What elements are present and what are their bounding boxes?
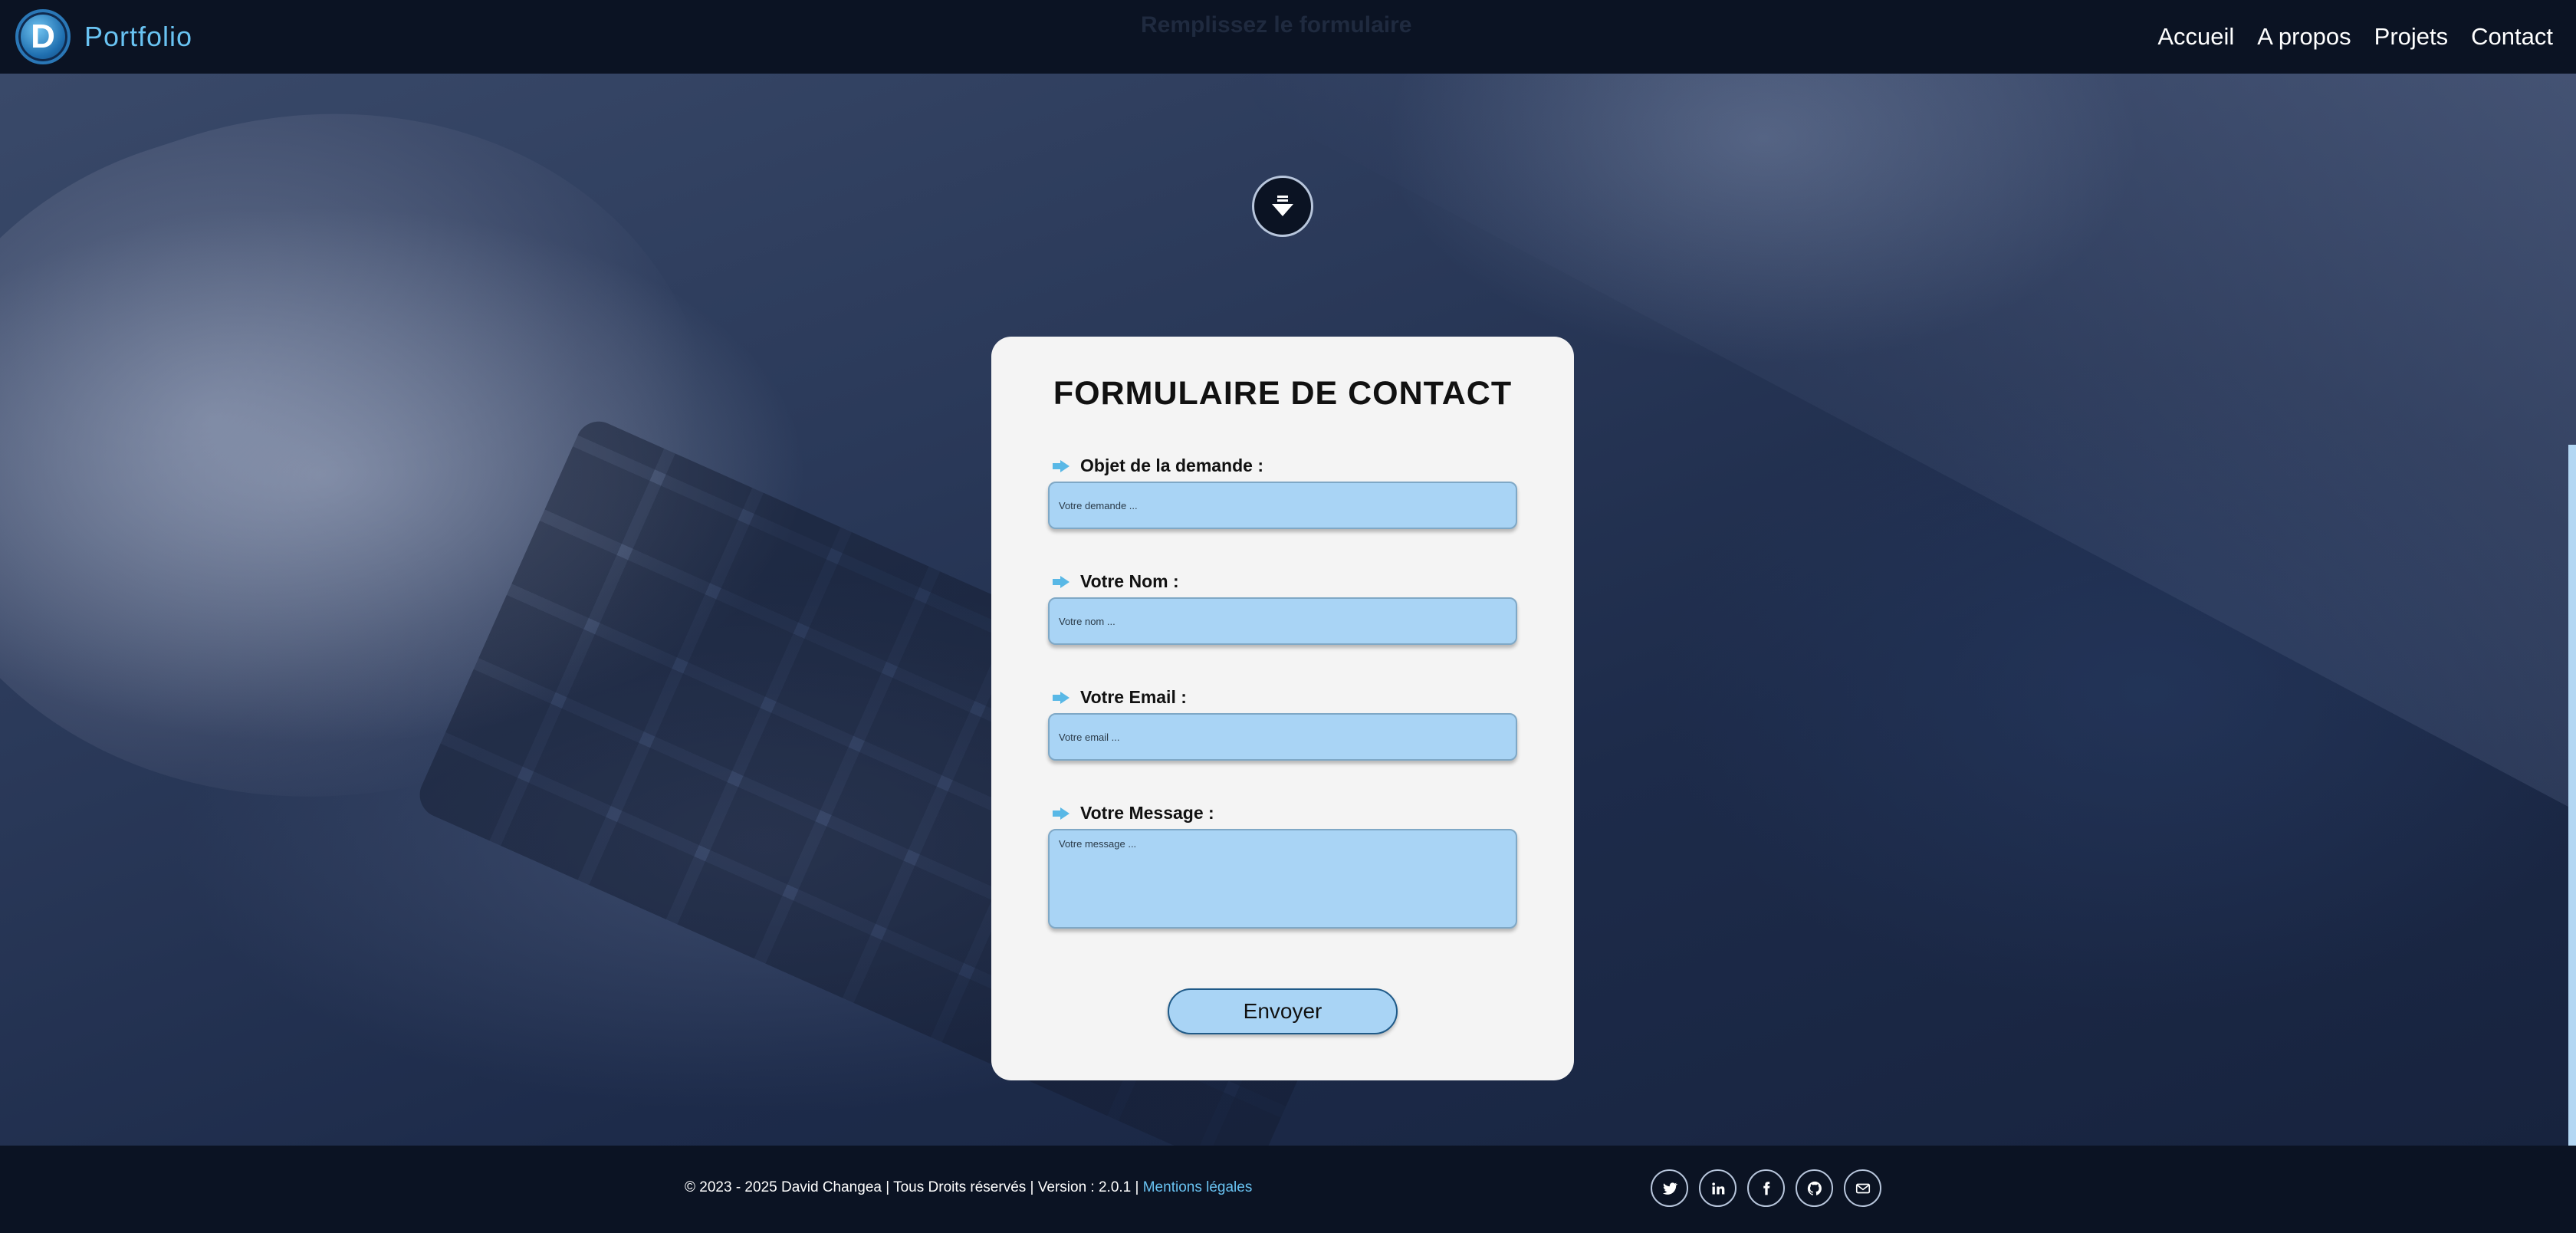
social-links (1651, 1169, 1881, 1207)
scrollbar[interactable] (2568, 445, 2576, 1146)
site-header: D Portfolio Remplissez le formulaire Acc… (0, 0, 2576, 74)
field-label-text: Votre Email : (1080, 687, 1187, 707)
ghost-heading: Remplissez le formulaire (1141, 12, 1412, 38)
arrow-right-icon (1053, 691, 1070, 704)
github-icon[interactable] (1796, 1169, 1833, 1207)
field-label-email: Votre Email : (1053, 687, 1187, 708)
subject-input[interactable] (1048, 482, 1517, 529)
legal-link[interactable]: Mentions légales (1143, 1179, 1253, 1195)
logo-icon[interactable]: D (15, 9, 71, 64)
nav-contact[interactable]: Contact (2471, 23, 2553, 51)
name-input[interactable] (1048, 597, 1517, 645)
main-nav: Accueil A propos Projets Contact (2157, 23, 2553, 51)
field-label-name: Votre Nom : (1053, 571, 1179, 592)
field-label-text: Votre Nom : (1080, 571, 1179, 591)
field-label-subject: Objet de la demande : (1053, 455, 1263, 476)
scroll-down-button[interactable] (1252, 176, 1313, 237)
facebook-icon[interactable] (1747, 1169, 1785, 1207)
brand[interactable]: D Portfolio (15, 9, 192, 64)
mail-icon[interactable] (1844, 1169, 1881, 1207)
arrow-right-icon (1053, 459, 1070, 472)
submit-button[interactable]: Envoyer (1168, 988, 1398, 1034)
email-input[interactable] (1048, 713, 1517, 761)
nav-a-propos[interactable]: A propos (2257, 23, 2351, 51)
site-footer: © 2023 - 2025 David Changea | Tous Droit… (0, 1146, 2576, 1233)
message-textarea[interactable] (1048, 829, 1517, 929)
arrow-right-icon (1053, 575, 1070, 588)
brand-title[interactable]: Portfolio (84, 21, 192, 53)
form-title: FORMULAIRE DE CONTACT (1053, 375, 1513, 412)
nav-accueil[interactable]: Accueil (2157, 23, 2234, 51)
contact-form-card: FORMULAIRE DE CONTACT Objet de la demand… (991, 337, 1574, 1080)
arrow-right-icon (1053, 807, 1070, 820)
linkedin-icon[interactable] (1699, 1169, 1737, 1207)
arrow-down-icon (1272, 196, 1293, 216)
footer-text: © 2023 - 2025 David Changea | Tous Droit… (685, 1179, 1252, 1196)
copyright: © 2023 - 2025 David Changea | Tous Droit… (685, 1179, 1139, 1195)
field-label-message: Votre Message : (1053, 803, 1214, 824)
twitter-icon[interactable] (1651, 1169, 1688, 1207)
field-label-text: Votre Message : (1080, 803, 1214, 823)
nav-projets[interactable]: Projets (2374, 23, 2448, 51)
field-label-text: Objet de la demande : (1080, 455, 1263, 475)
